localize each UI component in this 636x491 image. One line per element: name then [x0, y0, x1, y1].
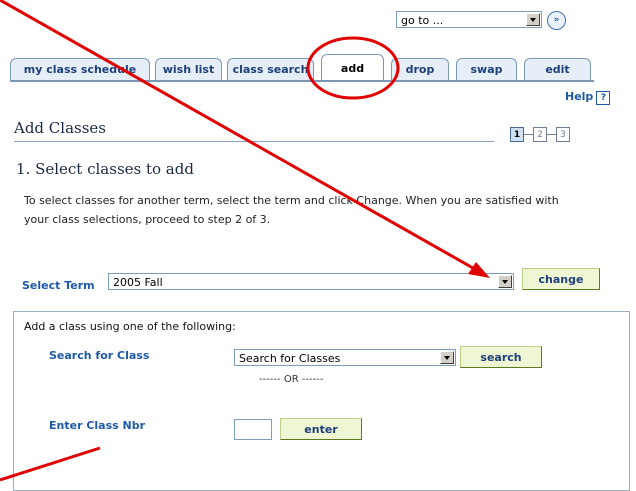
annotation-arrowhead	[468, 262, 490, 278]
annotation-arrow-line	[0, 0, 481, 274]
annotation-circle	[306, 36, 400, 100]
annotation-overlay	[0, 0, 490, 482]
annotation-line	[0, 446, 101, 482]
